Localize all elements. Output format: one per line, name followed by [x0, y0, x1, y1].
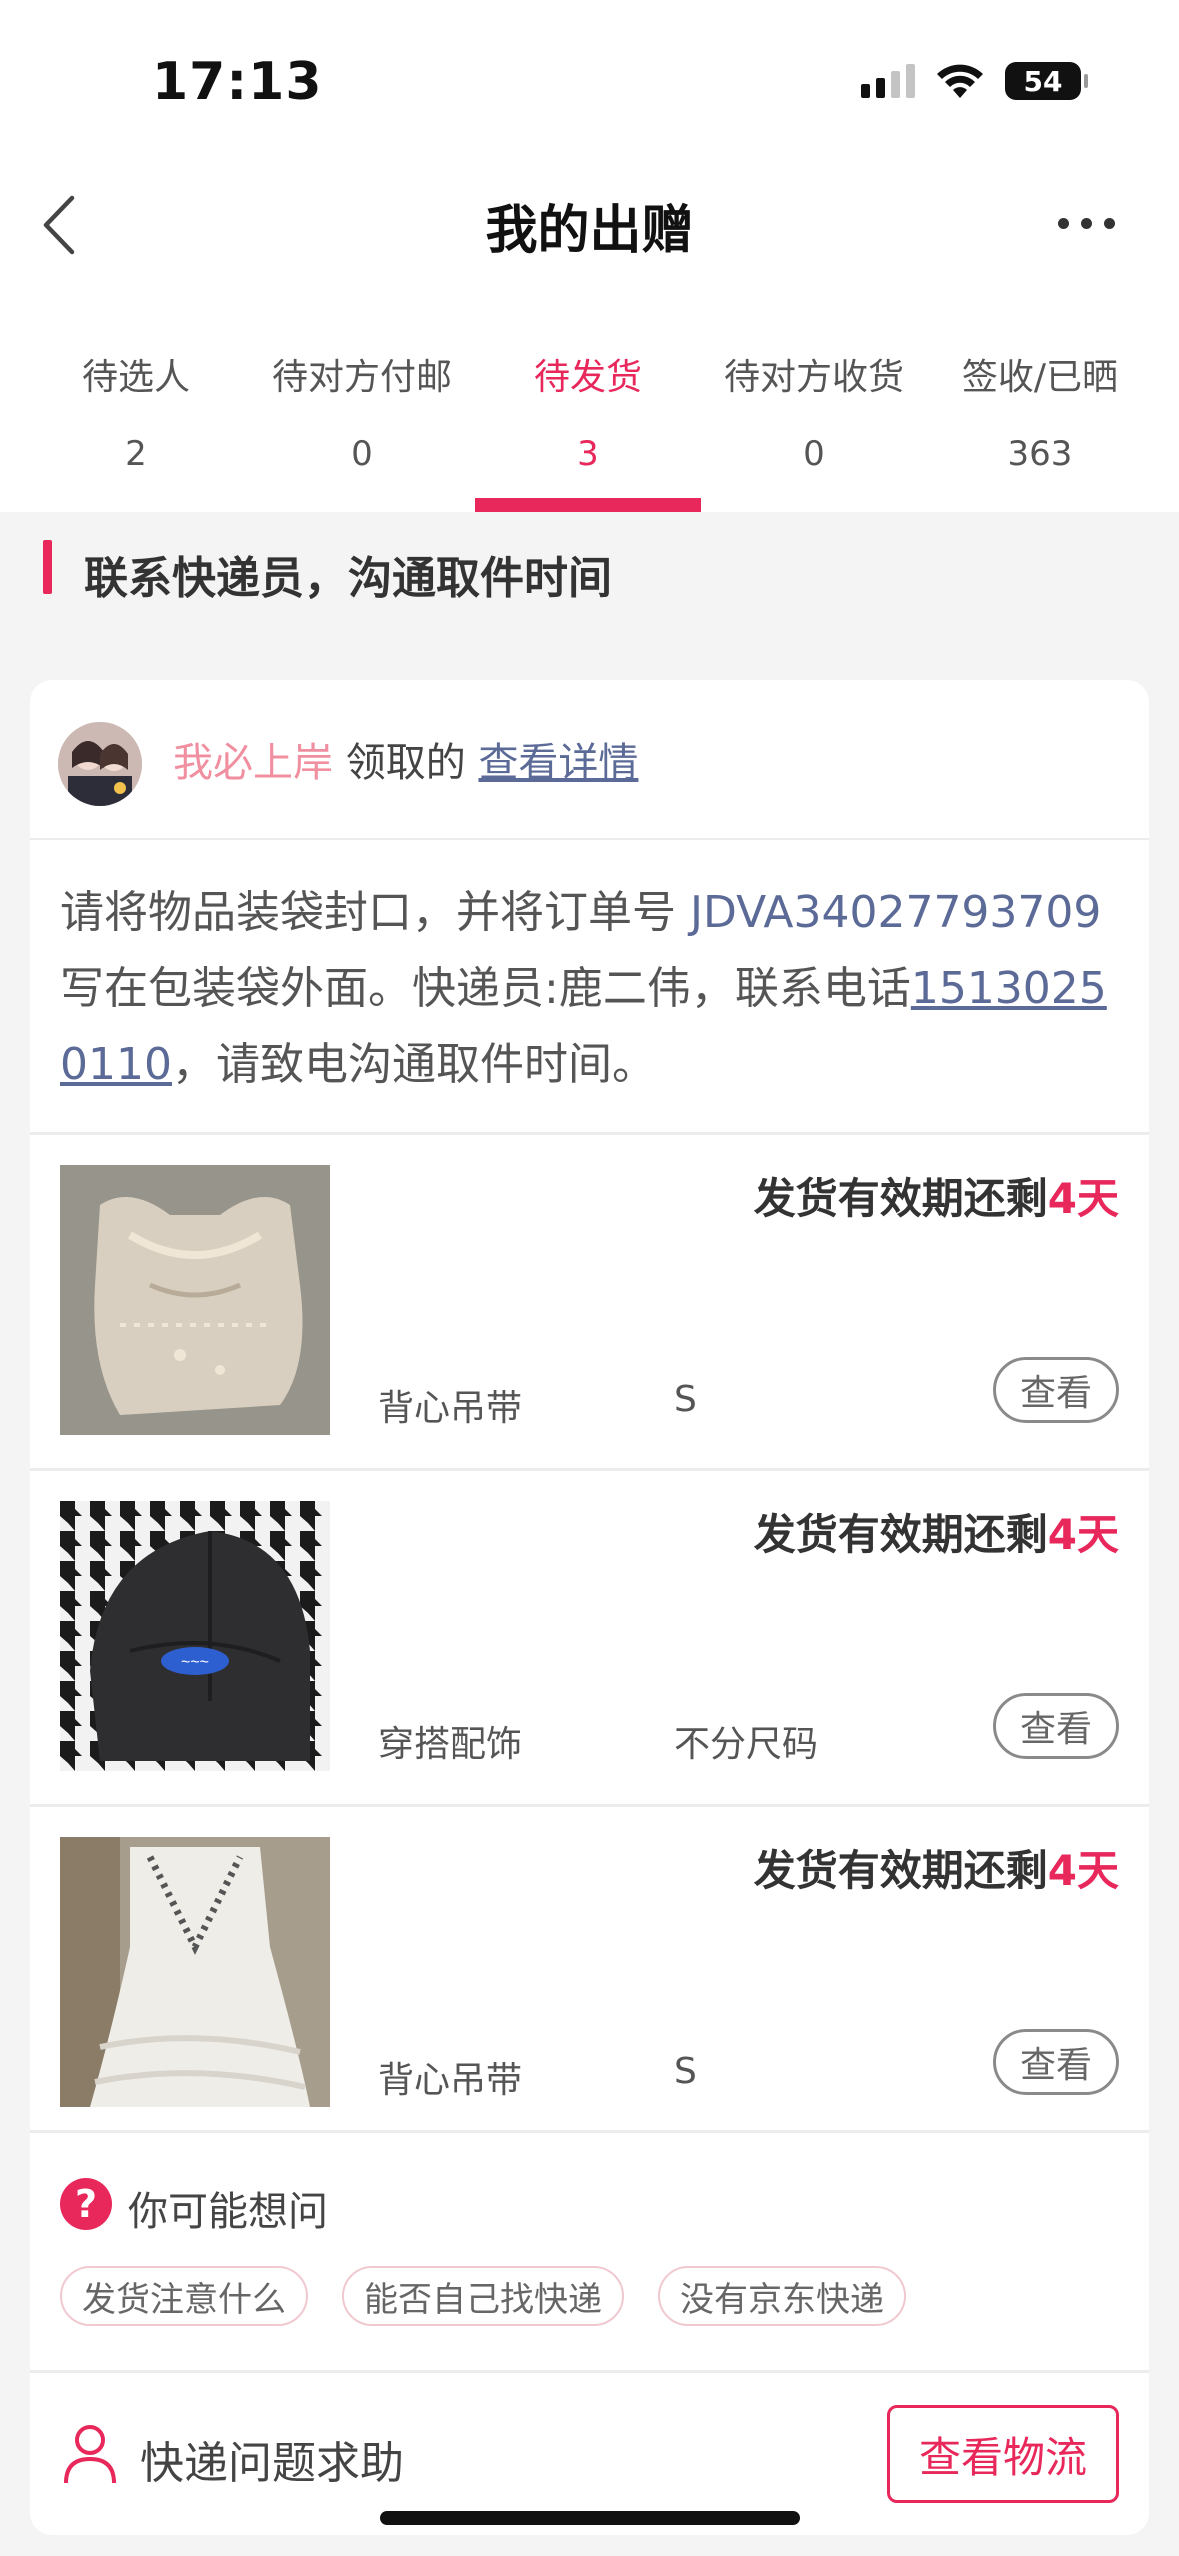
- tab-count: 0: [803, 434, 825, 474]
- faq-chips: 发货注意什么 能否自己找快递 没有京东快递: [60, 2266, 906, 2326]
- tab-pending-receipt[interactable]: 待对方收货 0: [701, 300, 927, 512]
- instructions-text-after: ，请致电沟通取件时间。: [171, 1039, 656, 1090]
- status-tabs: 待选人 2 待对方付邮 0 待发货 3 待对方收货 0 签收/已晒 363: [0, 300, 1179, 512]
- claim-suffix: 领取的: [333, 740, 479, 786]
- deadline-days: 4天: [1047, 1846, 1119, 1895]
- view-details-link[interactable]: 查看详情: [478, 740, 638, 786]
- more-options-icon[interactable]: [1058, 218, 1115, 229]
- tab-count: 3: [577, 434, 599, 474]
- item-image[interactable]: ~~~: [60, 1501, 330, 1771]
- active-tab-indicator: [475, 498, 701, 512]
- tab-label: 签收/已晒: [961, 357, 1119, 398]
- shipping-deadline: 发货有效期还剩4天: [754, 1165, 1119, 1226]
- wifi-icon: [937, 64, 983, 98]
- shipping-instructions: 请将物品装袋封口，并将订单号 JDVA34027793709 写在包装袋外面。快…: [60, 875, 1130, 1103]
- tab-count: 2: [125, 434, 147, 474]
- item-category: 穿搭配饰: [378, 1724, 523, 1765]
- item-size: 不分尺码: [674, 1724, 819, 1765]
- faq-title: 你可能想问: [128, 2189, 328, 2235]
- item-image[interactable]: [60, 1165, 330, 1435]
- item-image[interactable]: [60, 1837, 330, 2107]
- tab-label: 待对方付邮: [271, 357, 452, 398]
- tab-label: 待选人: [81, 357, 190, 398]
- faq-section: ? 你可能想问 发货注意什么 能否自己找快递 没有京东快递: [30, 2130, 1149, 2370]
- view-button[interactable]: 查看: [993, 1357, 1119, 1423]
- tab-count: 363: [1007, 434, 1073, 474]
- claimer-name[interactable]: 我必上岸: [173, 740, 333, 786]
- section-accent-bar: [43, 540, 52, 594]
- item-size: S: [674, 1379, 697, 1420]
- courier-help-link[interactable]: 快递问题求助: [140, 2427, 404, 2491]
- order-number: JDVA34027793709: [690, 887, 1102, 938]
- claim-text: 我必上岸 领取的 查看详情: [173, 730, 638, 788]
- instructions-text-before: 请将物品装袋封口，并将订单号: [60, 887, 690, 938]
- status-bar: 17:13 54: [0, 0, 1179, 150]
- nav-bar: 我的出赠: [0, 150, 1179, 300]
- order-card: 我必上岸 领取的 查看详情 请将物品装袋封口，并将订单号 JDVA3402779…: [30, 680, 1149, 2535]
- instructions-text-middle: 写在包装袋外面。快递员:鹿二伟，联系电话: [60, 963, 911, 1014]
- faq-chip[interactable]: 发货注意什么: [60, 2266, 308, 2326]
- question-icon: ?: [60, 2178, 112, 2230]
- faq-chip[interactable]: 能否自己找快递: [342, 2266, 624, 2326]
- section-title: 联系快递员，沟通取件时间: [84, 553, 612, 604]
- deadline-prefix: 发货有效期还剩: [753, 1174, 1048, 1223]
- avatar[interactable]: [58, 722, 142, 806]
- list-item: 发货有效期还剩4天 背心吊带 S 查看: [30, 1804, 1149, 2140]
- item-category: 背心吊带: [378, 2060, 523, 2101]
- user-icon: [64, 2425, 116, 2484]
- tab-received[interactable]: 签收/已晒 363: [927, 300, 1153, 512]
- tab-pending-postage[interactable]: 待对方付邮 0: [249, 300, 475, 512]
- battery-icon: 54: [1005, 62, 1088, 100]
- tab-label: 待对方收货: [723, 357, 904, 398]
- faq-chip[interactable]: 没有京东快递: [658, 2266, 906, 2326]
- item-category: 背心吊带: [378, 1388, 523, 1429]
- shipping-deadline: 发货有效期还剩4天: [754, 1501, 1119, 1562]
- status-time: 17:13: [152, 52, 323, 112]
- tab-pending-selection[interactable]: 待选人 2: [23, 300, 249, 512]
- track-shipment-button[interactable]: 查看物流: [887, 2405, 1119, 2503]
- list-item: ~~~ 发货有效期还剩4天 穿搭配饰 不分尺码 查看: [30, 1468, 1149, 1804]
- cellular-signal-icon: [861, 64, 915, 98]
- status-icons: 54: [861, 62, 1088, 100]
- svg-text:~~~: ~~~: [181, 1654, 209, 1671]
- view-button[interactable]: 查看: [993, 1693, 1119, 1759]
- tab-label: 待发货: [533, 357, 642, 398]
- shipping-deadline: 发货有效期还剩4天: [754, 1837, 1119, 1898]
- home-indicator[interactable]: [380, 2511, 800, 2525]
- item-size: S: [674, 2051, 697, 2092]
- deadline-prefix: 发货有效期还剩: [753, 1846, 1048, 1895]
- section-header: 联系快递员，沟通取件时间: [0, 512, 1179, 682]
- claim-row: 我必上岸 领取的 查看详情: [30, 680, 1149, 840]
- tab-pending-shipment[interactable]: 待发货 3: [475, 300, 701, 512]
- view-button[interactable]: 查看: [993, 2029, 1119, 2095]
- deadline-prefix: 发货有效期还剩: [753, 1510, 1048, 1559]
- deadline-days: 4天: [1047, 1510, 1119, 1559]
- deadline-days: 4天: [1047, 1174, 1119, 1223]
- tab-count: 0: [351, 434, 373, 474]
- list-item: 发货有效期还剩4天 背心吊带 S 查看: [30, 1132, 1149, 1468]
- page-title: 我的出赠: [485, 201, 694, 261]
